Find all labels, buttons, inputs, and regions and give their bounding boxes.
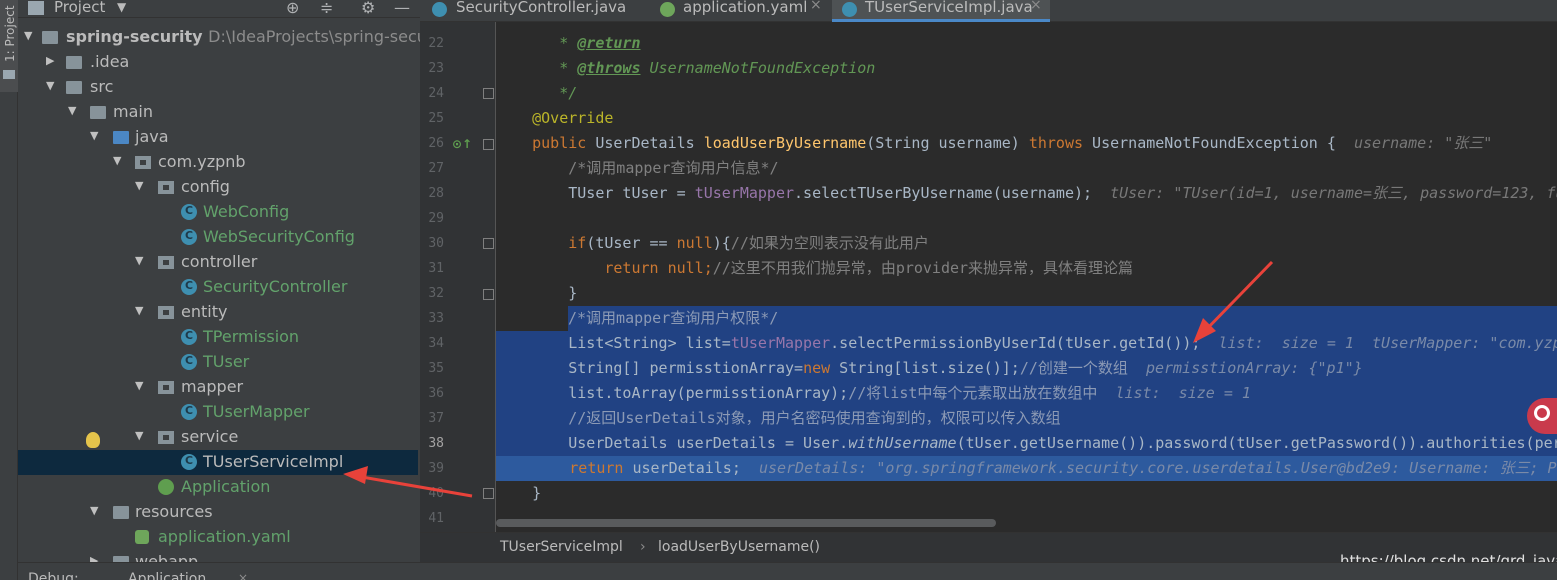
annotation-arrow-tree <box>343 466 473 498</box>
annotation-arrow-code <box>1193 260 1274 343</box>
annotation-arrows <box>343 260 1274 498</box>
